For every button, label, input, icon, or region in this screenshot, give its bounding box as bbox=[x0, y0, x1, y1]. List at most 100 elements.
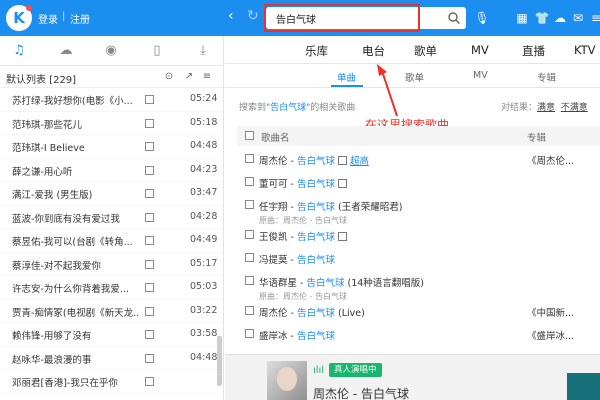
table-row[interactable]: 盛岸冰 - 告白气球 《盛岸冰... bbox=[237, 323, 600, 345]
row-song-link[interactable]: 告白气球 bbox=[306, 278, 344, 289]
back-icon[interactable]: ‹ bbox=[228, 8, 234, 24]
row-artist: 王俊凯 - bbox=[259, 232, 297, 243]
tab-live[interactable]: 直播 bbox=[522, 43, 545, 59]
refresh-icon[interactable]: ↻ bbox=[247, 8, 259, 24]
player-side-panel[interactable] bbox=[567, 373, 600, 400]
table-row[interactable]: 冯提莫 - 告白气球 bbox=[237, 247, 600, 269]
album-cover[interactable] bbox=[267, 361, 307, 400]
mv-icon[interactable] bbox=[145, 212, 154, 222]
active-underline bbox=[331, 85, 363, 87]
download-icon[interactable]: ⤓ bbox=[194, 42, 212, 60]
list-item[interactable]: 蓝波-你到底有没有爱过我 04:28 bbox=[0, 206, 223, 229]
table-row[interactable]: 华语群星 - 告白气球 (14种语言翻唱版) 原曲：周杰伦 - 告白气球 bbox=[237, 270, 600, 301]
grid-icon[interactable]: ▦ bbox=[514, 10, 530, 26]
mic-icon[interactable]: 🎙 bbox=[474, 10, 490, 26]
locate-icon[interactable]: ⊙ bbox=[162, 70, 176, 84]
mv-icon[interactable] bbox=[145, 118, 154, 128]
notification-dot bbox=[26, 5, 32, 11]
list-item[interactable]: 蔡淳佳-对不起我爱你 05:17 bbox=[0, 253, 223, 276]
music-note-icon[interactable]: ♫ bbox=[10, 42, 28, 60]
row-album[interactable]: 《盛岸冰... bbox=[527, 328, 574, 342]
register-link[interactable]: 注册 bbox=[70, 11, 90, 26]
list-item[interactable]: 范玮琪-I Believe 04:48 bbox=[0, 135, 223, 159]
satisfied-link[interactable]: 满意 bbox=[537, 103, 555, 113]
list-item[interactable]: 范玮琪-那些花儿 05:18 bbox=[0, 112, 223, 135]
row-song-link[interactable]: 告白气球 bbox=[297, 179, 335, 190]
mv-icon[interactable] bbox=[145, 330, 154, 339]
row-checkbox[interactable] bbox=[245, 253, 254, 262]
mv-icon[interactable] bbox=[145, 236, 154, 245]
cloud-icon[interactable]: ☁ bbox=[57, 42, 75, 60]
subtab-mv[interactable]: MV bbox=[473, 70, 488, 81]
login-link[interactable]: 登录 bbox=[38, 11, 58, 26]
table-row[interactable]: 任宇翔 - 告白气球 (王者荣耀昭君) 原曲：周杰伦 - 告白气球 bbox=[237, 194, 600, 225]
mv-icon[interactable] bbox=[145, 353, 154, 363]
row-album[interactable]: 《中国新... bbox=[527, 305, 574, 319]
row-checkbox[interactable] bbox=[245, 177, 254, 186]
row-checkbox[interactable] bbox=[245, 306, 254, 315]
list-item[interactable]: 贾青-痴情冢(电视剧《新天龙... 03:22 bbox=[0, 300, 223, 323]
phone-icon[interactable]: ▯ bbox=[148, 42, 166, 60]
mv-icon[interactable] bbox=[145, 95, 154, 104]
share-icon[interactable]: ↗ bbox=[182, 70, 196, 84]
select-all-checkbox[interactable] bbox=[245, 131, 254, 140]
live-badge[interactable]: 真人演唱中 bbox=[329, 363, 382, 377]
cloud-icon[interactable]: ☁ bbox=[552, 10, 568, 26]
list-item[interactable]: 薛之谦-用心听 04:23 bbox=[0, 159, 223, 182]
subtab-albums[interactable]: 专辑 bbox=[537, 70, 556, 84]
menu-icon[interactable]: ≡ bbox=[588, 10, 600, 26]
row-title: 冯提莫 - 告白气球 bbox=[259, 252, 335, 266]
mv-icon[interactable] bbox=[145, 189, 154, 198]
quality-badge[interactable]: 超高 bbox=[350, 156, 369, 167]
table-row[interactable]: 王俊凯 - 告白气球 bbox=[237, 224, 600, 246]
mv-icon[interactable] bbox=[337, 179, 347, 188]
list-item[interactable]: 满江-爱我 (男生版) 03:47 bbox=[0, 182, 223, 206]
row-checkbox[interactable] bbox=[245, 154, 254, 163]
list-item[interactable]: 苏打绿-我好想你(电影《小... 05:24 bbox=[0, 88, 223, 112]
playlist-header[interactable]: 默认列表 [229] ⊙ ↗ ≡ bbox=[0, 66, 223, 88]
row-song-link[interactable]: 告白气球 bbox=[297, 255, 335, 266]
table-row[interactable]: 董可可 - 告白气球 bbox=[237, 171, 600, 193]
scrollbar[interactable] bbox=[217, 336, 222, 386]
table-row[interactable]: 周杰伦 - 告白气球 (Live) 《中国新... bbox=[237, 300, 600, 322]
mv-icon[interactable] bbox=[145, 142, 154, 151]
row-artist: 冯提莫 - bbox=[259, 255, 297, 266]
tab-radio[interactable]: 电台 bbox=[362, 43, 385, 59]
row-checkbox[interactable] bbox=[245, 329, 254, 338]
list-item[interactable]: 赖伟锋-用够了没有 03:58 bbox=[0, 323, 223, 347]
row-checkbox[interactable] bbox=[245, 200, 254, 209]
row-album[interactable]: 《周杰伦... bbox=[527, 153, 574, 167]
song-title: 蔡昱佑-我可以(台剧《转角... bbox=[12, 237, 133, 248]
list-item[interactable]: 许志安-为什么你背着我爱... 05:03 bbox=[0, 276, 223, 300]
radio-icon[interactable]: ◉ bbox=[102, 42, 120, 60]
mail-icon[interactable]: ✉ bbox=[570, 10, 586, 26]
row-checkbox[interactable] bbox=[245, 276, 254, 285]
list-item[interactable]: 赵咏华-最浪漫的事 04:48 bbox=[0, 347, 223, 370]
search-icon[interactable] bbox=[447, 11, 461, 25]
unsatisfied-link[interactable]: 不满意 bbox=[561, 103, 588, 113]
subtab-songs[interactable]: 单曲 bbox=[337, 70, 356, 84]
list-item[interactable]: 蔡昱佑-我可以(台剧《转角... 04:49 bbox=[0, 229, 223, 253]
row-checkbox[interactable] bbox=[245, 230, 254, 239]
mv-icon[interactable] bbox=[145, 377, 154, 386]
list-menu-icon[interactable]: ≡ bbox=[200, 70, 214, 84]
mv-icon[interactable] bbox=[145, 283, 154, 292]
row-song-link[interactable]: 告白气球 bbox=[297, 331, 335, 342]
list-item[interactable]: 邓丽君[香港]-我只在乎你 bbox=[0, 370, 223, 394]
row-song-link[interactable]: 告白气球 bbox=[297, 232, 335, 243]
tab-mv[interactable]: MV bbox=[471, 43, 489, 57]
tab-playlist[interactable]: 歌单 bbox=[414, 43, 437, 59]
result-keyword: "告白气球" bbox=[266, 103, 311, 113]
table-row[interactable]: 周杰伦 - 告白气球 超高 《周杰伦... bbox=[237, 148, 600, 170]
tab-library[interactable]: 乐库 bbox=[305, 43, 328, 59]
mv-icon[interactable] bbox=[145, 165, 154, 175]
tab-ktv[interactable]: KTV bbox=[574, 43, 596, 57]
mv-icon[interactable] bbox=[145, 259, 154, 269]
skin-icon[interactable]: 👕 bbox=[534, 10, 550, 26]
row-song-link[interactable]: 告白气球 bbox=[297, 308, 335, 319]
mv-icon[interactable] bbox=[145, 306, 154, 316]
mv-icon[interactable] bbox=[337, 156, 347, 165]
row-song-link[interactable]: 告白气球 bbox=[297, 156, 335, 167]
row-song-link[interactable]: 告白气球 bbox=[297, 202, 335, 213]
mv-icon[interactable] bbox=[337, 232, 347, 241]
